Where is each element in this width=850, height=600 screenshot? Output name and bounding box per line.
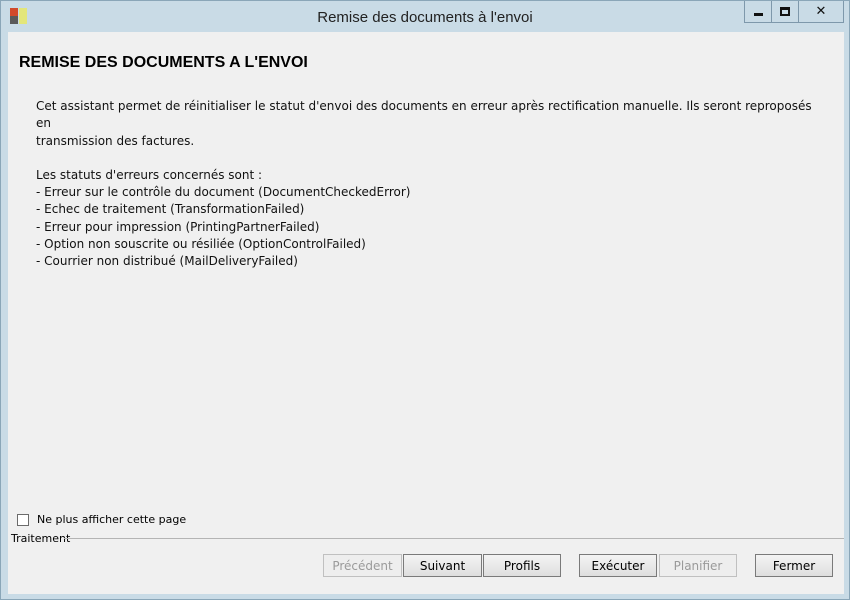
profiles-button[interactable]: Profils (483, 554, 561, 577)
next-button-label: Suivant (419, 558, 466, 573)
dont-show-label: Ne plus afficher cette page (37, 513, 187, 526)
dont-show-option[interactable]: Ne plus afficher cette page (17, 513, 186, 526)
status-item: - Courrier non distribué (MailDeliveryFa… (36, 254, 298, 269)
close-button[interactable]: Fermer (755, 554, 833, 577)
wizard-window: Remise des documents à l'envoi ✕ REMISE … (0, 0, 850, 600)
page-heading: REMISE DES DOCUMENTS A L'ENVOI (19, 54, 308, 71)
maximize-button[interactable] (771, 1, 799, 23)
previous-button-label: Précédent (332, 558, 393, 573)
description: Cet assistant permet de réinitialiser le… (36, 98, 816, 271)
title-bar[interactable]: Remise des documents à l'envoi ✕ (1, 1, 849, 32)
status-item: - Erreur pour impression (PrintingPartne… (36, 219, 320, 234)
next-button[interactable]: Suivant (403, 554, 482, 577)
status-item: - Echec de traitement (TransformationFai… (36, 202, 305, 217)
status-item: - Option non souscrite ou résiliée (Opti… (36, 237, 366, 252)
schedule-button-label: Planifier (673, 558, 723, 573)
close-button-label: Fermer (772, 558, 816, 573)
group-divider (64, 538, 844, 539)
maximize-icon (780, 7, 790, 16)
group-label: Traitement (11, 532, 71, 545)
intro-line-2: transmission des factures. (36, 133, 195, 148)
statuses-title: Les statuts d'erreurs concernés sont : (36, 167, 263, 182)
minimize-icon (753, 13, 763, 16)
execute-button-label: Exécuter (591, 558, 645, 573)
minimize-button[interactable] (744, 1, 772, 23)
execute-button[interactable]: Exécuter (579, 554, 657, 577)
schedule-button[interactable]: Planifier (659, 554, 737, 577)
close-icon: ✕ (815, 4, 827, 19)
window-title: Remise des documents à l'envoi (317, 9, 533, 26)
wizard-page: REMISE DES DOCUMENTS A L'ENVOI Cet assis… (8, 32, 844, 594)
dont-show-checkbox[interactable] (17, 513, 29, 526)
close-window-button[interactable]: ✕ (798, 1, 844, 23)
previous-button[interactable]: Précédent (323, 554, 402, 577)
status-item: - Erreur sur le contrôle du document (Do… (36, 185, 411, 200)
profiles-button-label: Profils (503, 558, 541, 573)
intro-line-1: Cet assistant permet de réinitialiser le… (36, 99, 812, 131)
